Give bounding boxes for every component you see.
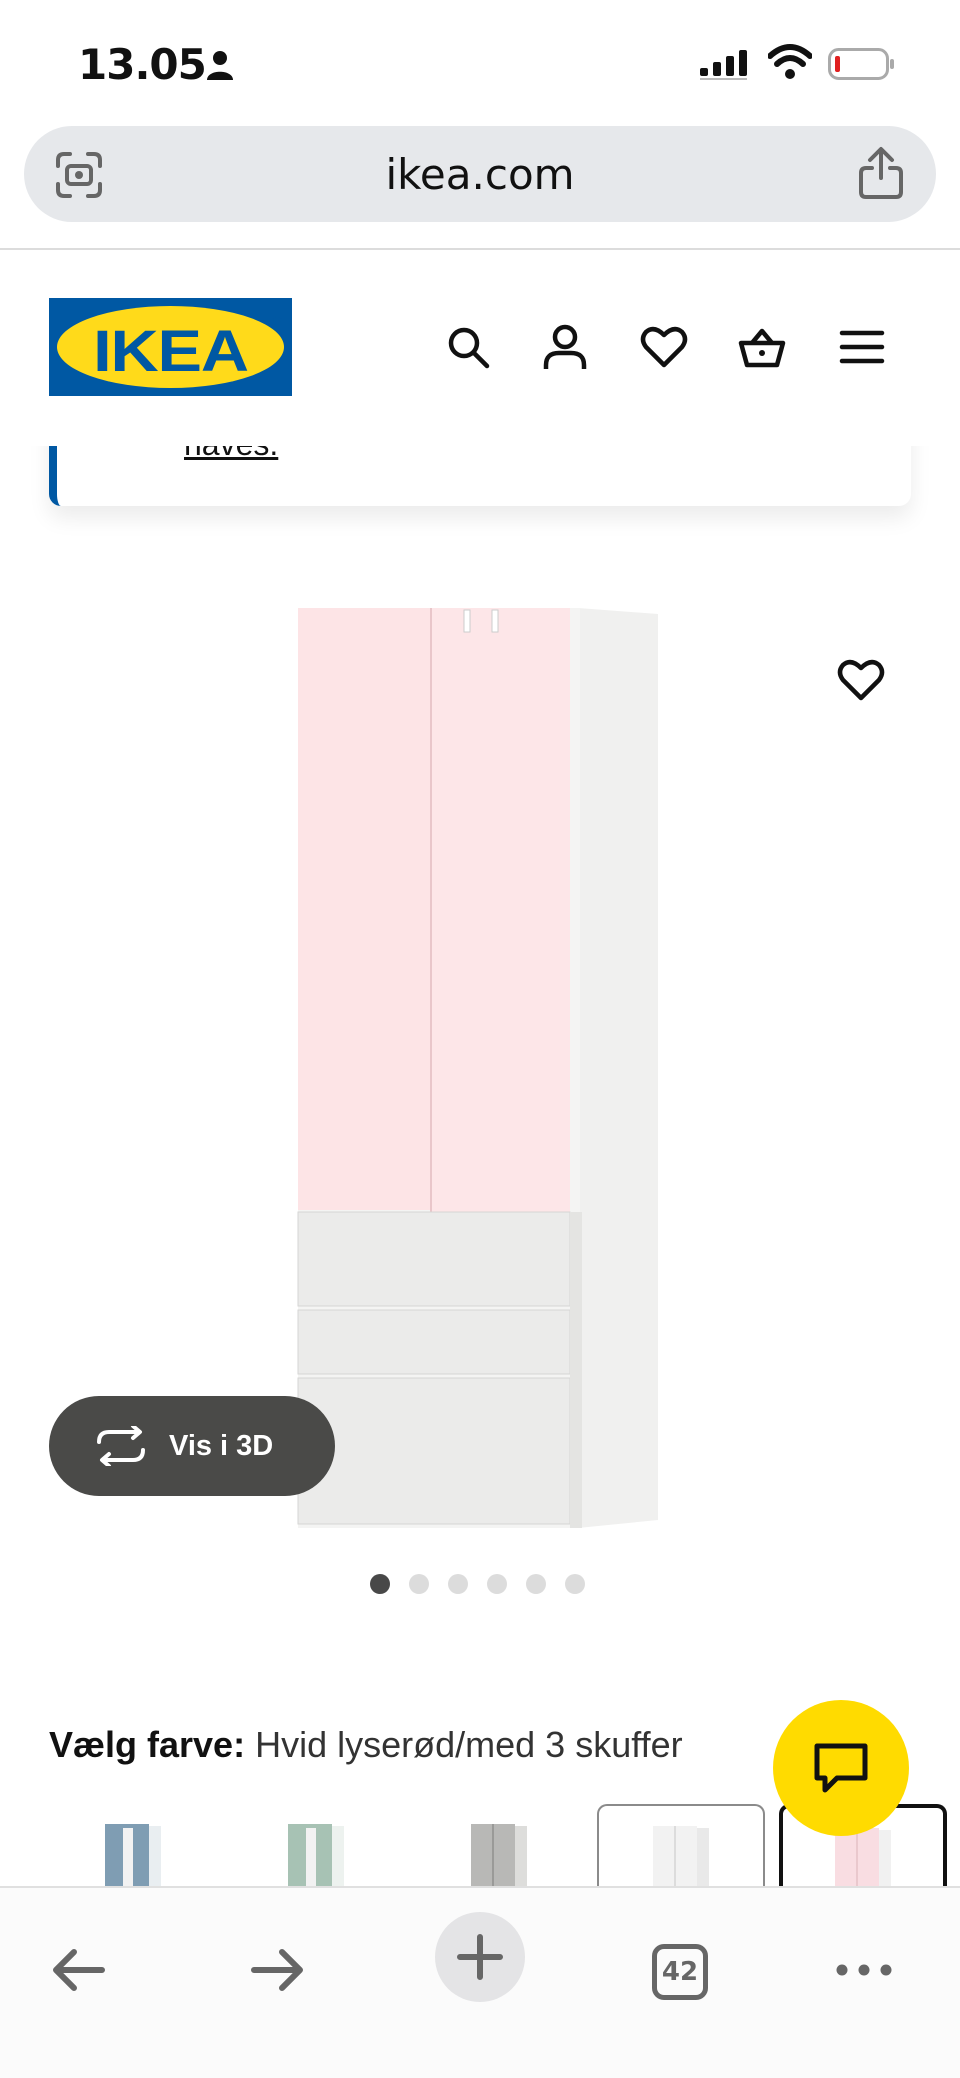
browser-toolbar: 42 bbox=[0, 1886, 960, 2078]
site-header: IKEA bbox=[0, 250, 960, 446]
search-icon[interactable] bbox=[444, 323, 492, 371]
wifi-icon bbox=[768, 44, 812, 79]
person-icon bbox=[207, 51, 233, 80]
logo-text: IKEA bbox=[93, 319, 249, 384]
heart-icon[interactable] bbox=[640, 323, 688, 371]
rotate-3d-icon bbox=[97, 1426, 145, 1466]
ikea-logo[interactable]: IKEA bbox=[49, 298, 292, 396]
tabs-overview-button[interactable]: 42 bbox=[652, 1944, 708, 2000]
pagination-dot[interactable] bbox=[526, 1574, 546, 1594]
pagination-dot[interactable] bbox=[409, 1574, 429, 1594]
address-bar[interactable]: ikea.com bbox=[24, 126, 936, 222]
favorite-heart-icon[interactable] bbox=[836, 656, 886, 704]
pagination-dot[interactable] bbox=[565, 1574, 585, 1594]
cellular-signal-icon bbox=[700, 50, 747, 80]
status-bar: 13.05 bbox=[0, 0, 960, 120]
battery-icon bbox=[828, 48, 894, 80]
colour-value: Hvid lyserød/med 3 skuffer bbox=[255, 1724, 683, 1765]
chat-icon bbox=[814, 1743, 868, 1793]
menu-icon[interactable] bbox=[838, 323, 886, 371]
forward-arrow-icon[interactable] bbox=[248, 1940, 308, 2000]
pagination-dot[interactable] bbox=[487, 1574, 507, 1594]
more-options-icon[interactable] bbox=[834, 1940, 894, 2000]
url-text[interactable]: ikea.com bbox=[24, 150, 936, 199]
pagination-dot[interactable] bbox=[370, 1574, 390, 1594]
registered-mark bbox=[272, 316, 282, 326]
back-arrow-icon[interactable] bbox=[48, 1940, 108, 2000]
view-in-3d-button[interactable]: Vis i 3D bbox=[49, 1396, 335, 1496]
colour-selector-heading: Vælg farve: Hvid lyserød/med 3 skuffer bbox=[49, 1724, 683, 1766]
share-icon[interactable] bbox=[856, 146, 906, 200]
gallery-pagination bbox=[370, 1574, 585, 1596]
product-image-carousel[interactable] bbox=[0, 540, 960, 1540]
status-time: 13.05 bbox=[78, 40, 207, 89]
basket-icon[interactable] bbox=[738, 323, 786, 371]
view-in-3d-label: Vis i 3D bbox=[169, 1429, 274, 1462]
chat-button[interactable] bbox=[773, 1700, 909, 1836]
colour-label: Vælg farve: bbox=[49, 1724, 246, 1765]
pagination-dot[interactable] bbox=[448, 1574, 468, 1594]
product-image bbox=[297, 608, 658, 1528]
account-icon[interactable] bbox=[541, 323, 589, 371]
new-tab-button[interactable] bbox=[435, 1912, 525, 2002]
plus-icon bbox=[457, 1934, 503, 1980]
